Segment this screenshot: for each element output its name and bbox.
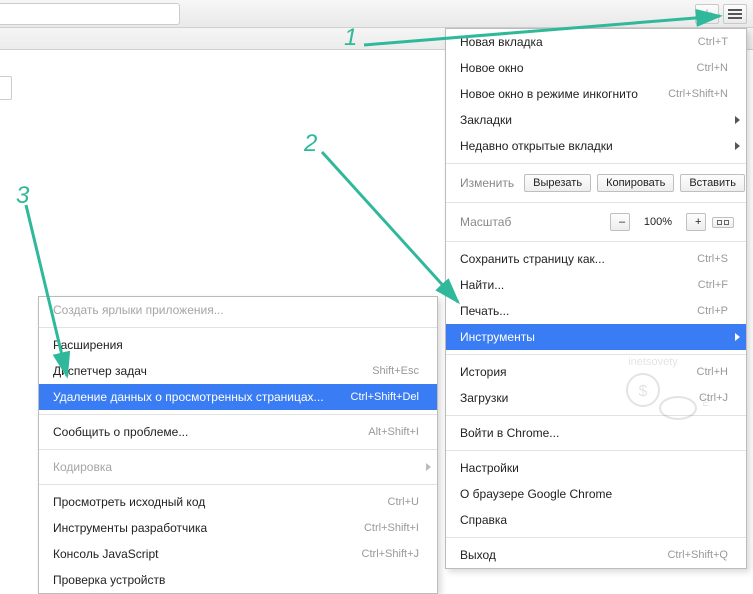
submenu-report-issue[interactable]: Сообщить о проблеме... Alt+Shift+I xyxy=(39,419,437,445)
fullscreen-button[interactable] xyxy=(712,217,734,228)
menu-separator xyxy=(446,354,746,355)
menu-separator xyxy=(39,449,437,450)
annotation-step-2: 2 xyxy=(304,132,317,156)
menu-print[interactable]: Печать... Ctrl+P xyxy=(446,298,746,324)
chevron-right-icon xyxy=(426,463,431,471)
menu-separator xyxy=(39,327,437,328)
menu-bookmarks[interactable]: Закладки xyxy=(446,107,746,133)
annotation-step-3: 3 xyxy=(16,184,29,208)
submenu-clear-browsing-data[interactable]: Удаление данных о просмотренных страница… xyxy=(39,384,437,410)
copy-button[interactable]: Копировать xyxy=(597,174,674,192)
submenu-inspect-devices[interactable]: Проверка устройств xyxy=(39,567,437,593)
fullscreen-icon xyxy=(717,220,722,225)
menu-downloads[interactable]: Загрузки Ctrl+J xyxy=(446,385,746,411)
menu-separator xyxy=(446,415,746,416)
page-edge-fragment xyxy=(0,76,12,100)
cut-button[interactable]: Вырезать xyxy=(524,174,591,192)
menu-about[interactable]: О браузере Google Chrome xyxy=(446,481,746,507)
menu-separator xyxy=(446,241,746,242)
menu-separator xyxy=(39,414,437,415)
menu-history[interactable]: История Ctrl+H xyxy=(446,359,746,385)
chevron-right-icon xyxy=(735,333,740,341)
submenu-task-manager[interactable]: Диспетчер задач Shift+Esc xyxy=(39,358,437,384)
menu-new-tab[interactable]: Новая вкладка Ctrl+T xyxy=(446,29,746,55)
chevron-right-icon xyxy=(735,142,740,150)
menu-find[interactable]: Найти... Ctrl+F xyxy=(446,272,746,298)
menu-separator xyxy=(446,202,746,203)
menu-signin[interactable]: Войти в Chrome... xyxy=(446,420,746,446)
zoom-label: Масштаб xyxy=(460,215,600,229)
star-icon: ☆ xyxy=(701,7,714,21)
address-bar-fragment[interactable] xyxy=(0,3,180,25)
menu-new-window[interactable]: Новое окно Ctrl+N xyxy=(446,55,746,81)
zoom-out-button[interactable]: – xyxy=(610,213,630,231)
menu-help[interactable]: Справка xyxy=(446,507,746,533)
menu-incognito[interactable]: Новое окно в режиме инкогнито Ctrl+Shift… xyxy=(446,81,746,107)
paste-button[interactable]: Вставить xyxy=(680,174,745,192)
tools-submenu: Создать ярлыки приложения... Расширения … xyxy=(38,296,438,594)
menu-zoom-row: Масштаб – 100% + xyxy=(446,207,746,237)
annotation-step-1: 1 xyxy=(344,26,357,50)
menu-separator xyxy=(446,163,746,164)
zoom-in-button[interactable]: + xyxy=(686,213,706,231)
menu-save-page[interactable]: Сохранить страницу как... Ctrl+S xyxy=(446,246,746,272)
menu-separator xyxy=(39,484,437,485)
menu-tools[interactable]: Инструменты xyxy=(446,324,746,350)
submenu-view-source[interactable]: Просмотреть исходный код Ctrl+U xyxy=(39,489,437,515)
bookmark-star-button[interactable]: ☆ xyxy=(695,4,719,24)
submenu-create-shortcuts[interactable]: Создать ярлыки приложения... xyxy=(39,297,437,323)
menu-separator xyxy=(446,537,746,538)
edit-label: Изменить xyxy=(460,176,514,190)
chevron-right-icon xyxy=(735,116,740,124)
submenu-js-console[interactable]: Консоль JavaScript Ctrl+Shift+J xyxy=(39,541,437,567)
menu-recent-tabs[interactable]: Недавно открытые вкладки xyxy=(446,133,746,159)
submenu-encoding[interactable]: Кодировка xyxy=(39,454,437,480)
main-menu-button[interactable] xyxy=(723,4,747,24)
menu-edit-row: Изменить Вырезать Копировать Вставить xyxy=(446,168,746,198)
main-menu: Новая вкладка Ctrl+T Новое окно Ctrl+N Н… xyxy=(445,28,747,569)
menu-exit[interactable]: Выход Ctrl+Shift+Q xyxy=(446,542,746,568)
submenu-extensions[interactable]: Расширения xyxy=(39,332,437,358)
fullscreen-icon xyxy=(724,220,729,225)
menu-icon xyxy=(728,13,742,15)
menu-separator xyxy=(446,450,746,451)
menu-settings[interactable]: Настройки xyxy=(446,455,746,481)
zoom-value: 100% xyxy=(636,216,680,228)
submenu-dev-tools[interactable]: Инструменты разработчика Ctrl+Shift+I xyxy=(39,515,437,541)
browser-toolbar: ☆ xyxy=(0,0,753,28)
